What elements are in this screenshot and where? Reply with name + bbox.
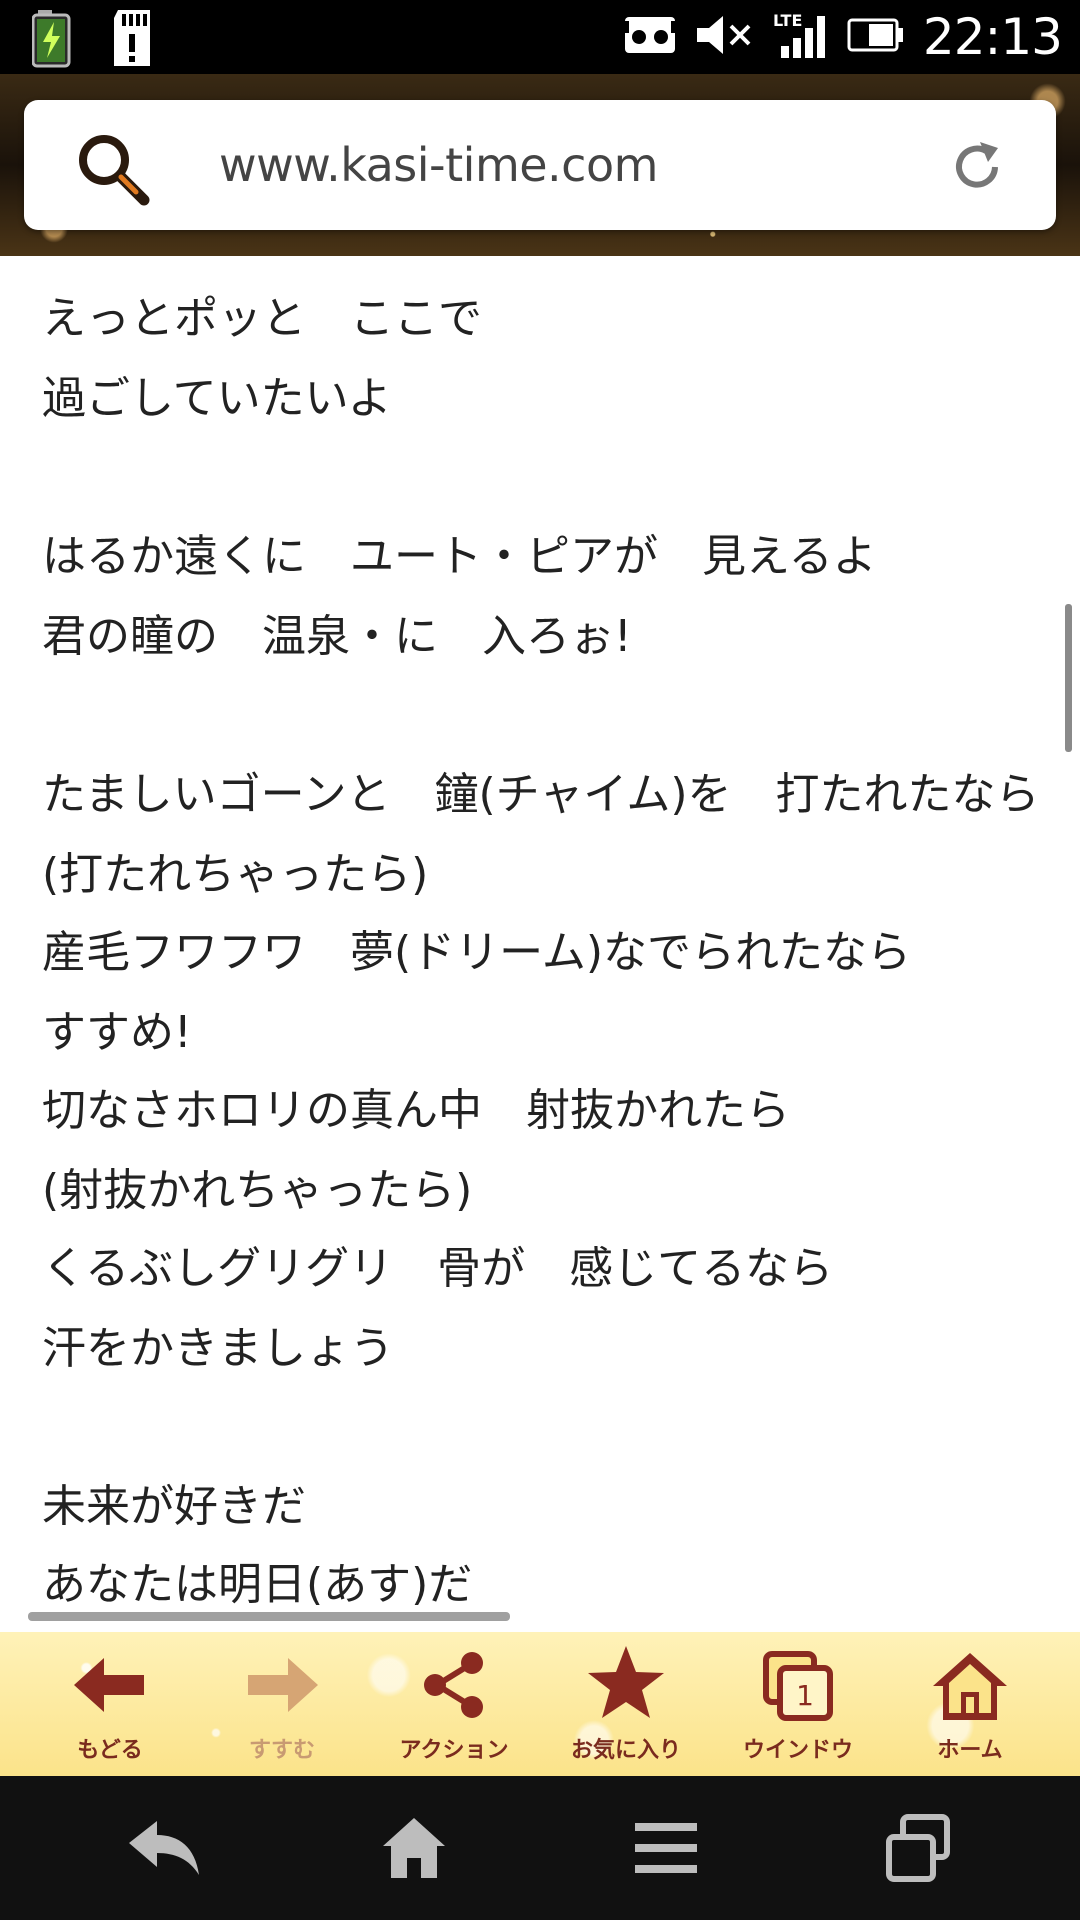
- window-label: ウインドウ: [742, 1738, 853, 1763]
- signal-icon: LTE: [773, 10, 829, 64]
- favorites-button[interactable]: お気に入り: [540, 1632, 712, 1776]
- page-content: えっとポッと ここで 過ごしていたいよ はるか遠くに ユート・ピアが 見えるよ …: [0, 256, 1080, 1632]
- lyric-line: えっとポッと ここで: [42, 293, 482, 344]
- clock: 22:13: [922, 8, 1063, 66]
- action-label: アクション: [399, 1738, 509, 1763]
- sd-card-icon: [112, 8, 156, 72]
- browser-header: www.kasi-time.com: [0, 74, 1080, 256]
- home-icon: [933, 1653, 1007, 1720]
- lyric-line: くるぶしグリグリ 骨が 感じてるなら: [42, 1243, 834, 1294]
- status-bar: LTE 22:13: [0, 0, 1080, 74]
- vr-icon: [622, 13, 677, 61]
- nav-menu-button[interactable]: [596, 1776, 736, 1920]
- window-button[interactable]: 1 ウインドウ: [712, 1632, 884, 1776]
- forward-label: すすむ: [248, 1738, 315, 1763]
- home-label: ホーム: [937, 1738, 1003, 1763]
- back-label: もどる: [77, 1738, 143, 1763]
- system-navigation-bar: [0, 1776, 1080, 1920]
- lyric-line: すすめ!: [42, 1007, 192, 1058]
- arrow-right-icon: [248, 1658, 318, 1712]
- nav-recents-button[interactable]: [848, 1776, 988, 1920]
- home-icon: [383, 1818, 445, 1878]
- url-bar[interactable]: www.kasi-time.com: [24, 100, 1056, 230]
- browser-toolbar: もどる すすむ アクション お気に入り 1 ウインドウ ホーム: [0, 1632, 1080, 1776]
- lyric-line: (打たれちゃったら): [42, 849, 429, 900]
- reload-icon[interactable]: [948, 138, 1006, 196]
- action-button[interactable]: アクション: [368, 1632, 540, 1776]
- battery-icon: [847, 18, 905, 56]
- lyric-line: 汗をかきましょう: [42, 1323, 394, 1374]
- nav-home-button[interactable]: [344, 1776, 484, 1920]
- arrow-left-icon: [74, 1658, 144, 1712]
- menu-icon: [635, 1823, 697, 1873]
- recent-apps-icon: [886, 1814, 950, 1882]
- svg-text:LTE: LTE: [773, 11, 802, 30]
- lyric-line: (射抜かれちゃったら): [42, 1165, 473, 1216]
- lyric-line: 切なさホロリの真ん中 射抜かれたら: [42, 1085, 790, 1136]
- windows-icon: 1: [763, 1651, 833, 1721]
- search-icon[interactable]: [74, 130, 154, 210]
- forward-button[interactable]: すすむ: [196, 1632, 368, 1776]
- star-icon: [588, 1646, 664, 1718]
- horizontal-scrollbar[interactable]: [28, 1612, 510, 1621]
- battery-charging-icon: [31, 8, 72, 72]
- lyric-line: たましいゴーンと 鐘(チャイム)を 打たれたなら: [42, 769, 1040, 820]
- lyric-line: 君の瞳の 温泉・に 入ろぉ!: [42, 611, 632, 662]
- back-button[interactable]: もどる: [24, 1632, 196, 1776]
- lyric-line: 産毛フワフワ 夢(ドリーム)なでられたなら: [42, 927, 912, 978]
- vertical-scrollbar[interactable]: [1065, 604, 1072, 752]
- lyric-line: あなたは明日(あす)だ: [42, 1559, 473, 1610]
- lyric-line: 未来が好きだ: [42, 1481, 306, 1532]
- lyric-line: はるか遠くに ユート・ピアが 見えるよ: [42, 531, 877, 582]
- mute-icon: [695, 12, 755, 62]
- url-text[interactable]: www.kasi-time.com: [219, 100, 658, 230]
- lyric-line: 過ごしていたいよ: [42, 373, 392, 424]
- nav-back-button[interactable]: [94, 1776, 234, 1920]
- share-icon: [424, 1652, 483, 1718]
- home-toolbar-button[interactable]: ホーム: [884, 1632, 1056, 1776]
- favorites-label: お気に入り: [570, 1738, 681, 1763]
- back-arrow-icon: [129, 1821, 199, 1875]
- svg-text:1: 1: [796, 1679, 814, 1712]
